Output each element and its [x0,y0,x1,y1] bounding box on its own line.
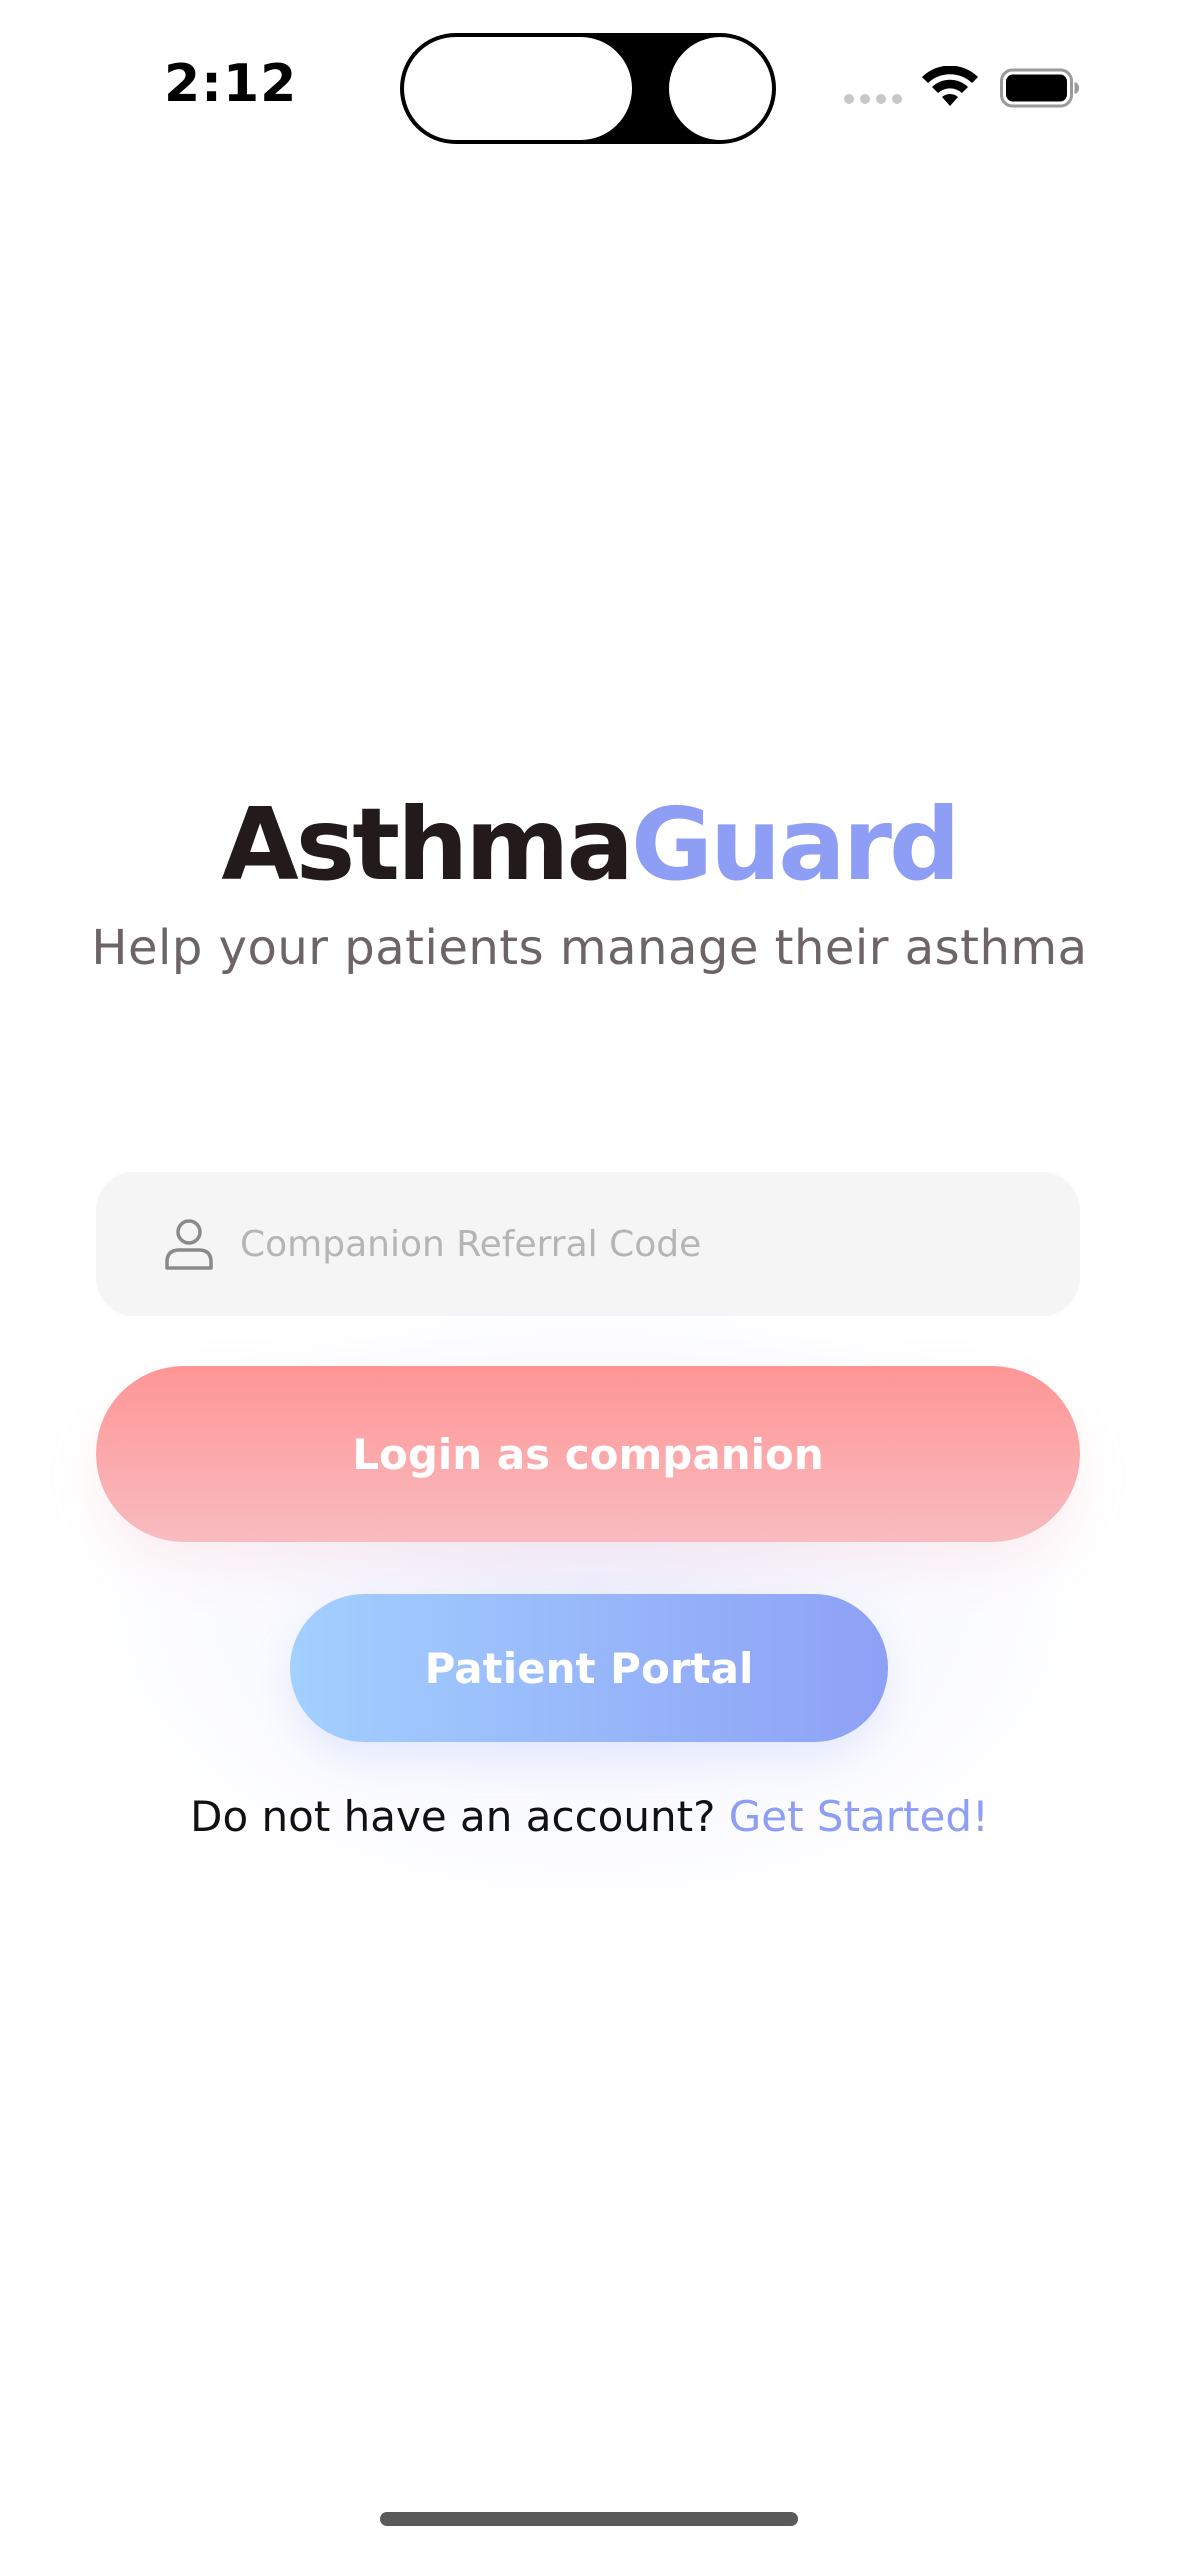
app-title: AsthmaGuard [0,790,1179,900]
status-time: 2:12 [164,54,298,114]
login-companion-label: Login as companion [352,1429,824,1479]
app-title-part1: Asthma [221,786,634,903]
signup-prompt: Do not have an account? Get Started! [0,1792,1179,1841]
referral-code-field[interactable] [96,1172,1080,1316]
cellular-signal-icon [844,94,904,104]
island-camera [669,37,772,140]
battery-icon [1000,68,1079,108]
home-indicator[interactable] [380,2512,798,2526]
signup-prompt-text: Do not have an account? [190,1792,729,1841]
patient-portal-button[interactable]: Patient Portal [290,1594,888,1742]
app-subtitle: Help your patients manage their asthma [91,920,1088,976]
login-companion-button[interactable]: Login as companion [96,1366,1080,1542]
patient-portal-label: Patient Portal [424,1643,754,1693]
wifi-icon [922,66,978,106]
dynamic-island [400,33,776,144]
referral-code-input[interactable] [240,1172,1040,1316]
get-started-link[interactable]: Get Started! [729,1792,989,1841]
user-icon [165,1219,213,1270]
app-title-part2: Guard [630,786,961,903]
island-pill [404,37,632,140]
